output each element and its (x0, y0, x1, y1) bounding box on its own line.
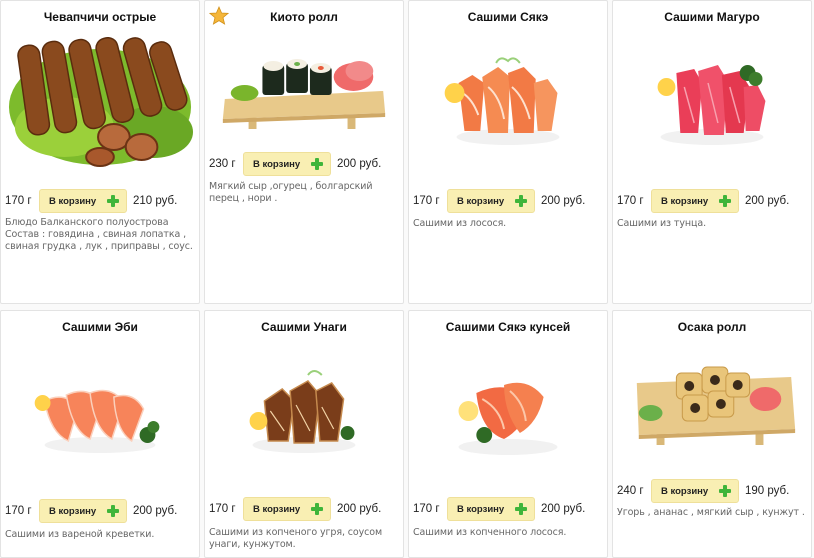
product-price: 200 руб. (337, 158, 382, 170)
plus-icon (515, 503, 527, 515)
product-price: 200 руб. (541, 503, 586, 515)
buy-row: 240 г В корзину 190 руб. (617, 479, 807, 503)
product-description: Сашими из тунца. (617, 218, 707, 229)
kebab-photo[interactable] (5, 37, 195, 167)
product-weight: 230 г (209, 158, 236, 170)
product-weight: 170 г (617, 195, 644, 207)
add-to-cart-button[interactable]: В корзину (39, 189, 127, 213)
product-price: 200 руб. (337, 503, 382, 515)
product-title[interactable]: Осака ролл (613, 320, 811, 334)
plus-icon (311, 503, 323, 515)
add-to-cart-button[interactable]: В корзину (651, 189, 739, 213)
add-to-cart-label: В корзину (661, 485, 709, 497)
product-title[interactable]: Сашими Эби (1, 320, 199, 334)
product-grid: Чевапчичи острые 170 г В корзину 210 руб… (0, 0, 814, 558)
buy-row: 170 г В корзину 200 руб. (617, 189, 807, 213)
product-weight: 240 г (617, 485, 644, 497)
product-weight: 170 г (5, 505, 32, 517)
product-card: Киото ролл 230 г В корзину 200 руб. Мягк… (204, 0, 404, 304)
product-weight: 170 г (413, 195, 440, 207)
product-title[interactable]: Чевапчичи острые (1, 10, 199, 24)
product-card: Сашими Унаги 170 г В корзину 200 руб. Са… (204, 310, 404, 558)
smoked-salmon-photo[interactable] (413, 363, 603, 459)
add-to-cart-label: В корзину (49, 195, 97, 207)
product-weight: 170 г (209, 503, 236, 515)
add-to-cart-label: В корзину (457, 503, 505, 515)
product-card: Сашими Эби 170 г В корзину 200 руб. Саши… (0, 310, 200, 558)
tuna-sashimi-photo[interactable] (617, 53, 807, 149)
plus-icon (107, 505, 119, 517)
product-description: Сашими из копченного лосося. (413, 527, 567, 538)
plus-icon (311, 158, 323, 170)
product-title[interactable]: Сашими Унаги (205, 320, 403, 334)
buy-row: 230 г В корзину 200 руб. (209, 152, 399, 176)
add-to-cart-label: В корзину (49, 505, 97, 517)
product-description: Сашими из вареной креветки. (5, 529, 155, 540)
product-title[interactable]: Сашими Сякэ (409, 10, 607, 24)
product-weight: 170 г (5, 195, 32, 207)
roll-photo[interactable] (209, 41, 399, 131)
buy-row: 170 г В корзину 200 руб. (413, 497, 603, 521)
buy-row: 170 г В корзину 210 руб. (5, 189, 195, 213)
add-to-cart-label: В корзину (661, 195, 709, 207)
add-to-cart-button[interactable]: В корзину (447, 189, 535, 213)
product-price: 200 руб. (133, 505, 178, 517)
plus-icon (719, 195, 731, 207)
add-to-cart-button[interactable]: В корзину (651, 479, 739, 503)
product-description: Мягкий сыр ,огурец , болгарский перец , … (209, 181, 373, 204)
eel-sashimi-photo[interactable] (209, 361, 399, 457)
product-description: Блюдо Балканского полуострова Состав : г… (5, 217, 193, 252)
salmon-sashimi-photo[interactable] (413, 53, 603, 149)
product-price: 190 руб. (745, 485, 790, 497)
plus-icon (719, 485, 731, 497)
product-weight: 170 г (413, 503, 440, 515)
shrimp-sashimi-photo[interactable] (5, 361, 195, 457)
add-to-cart-button[interactable]: В корзину (243, 497, 331, 521)
add-to-cart-label: В корзину (457, 195, 505, 207)
product-card: Сашими Сякэ 170 г В корзину 200 руб. Саш… (408, 0, 608, 304)
product-description: Сашими из лосося. (413, 218, 507, 229)
product-price: 200 руб. (541, 195, 586, 207)
buy-row: 170 г В корзину 200 руб. (5, 499, 195, 523)
product-card: Сашими Магуро 170 г В корзину 200 руб. С… (612, 0, 812, 304)
product-price: 210 руб. (133, 195, 178, 207)
add-to-cart-label: В корзину (253, 158, 301, 170)
product-description: Угорь , ананас , мягкий сыр , кунжут . (617, 507, 805, 518)
add-to-cart-button[interactable]: В корзину (39, 499, 127, 523)
product-description: Сашими из копченого угря, соусом унаги, … (209, 527, 383, 550)
product-title[interactable]: Сашими Сякэ кунсей (409, 320, 607, 334)
product-card: Чевапчичи острые 170 г В корзину 210 руб… (0, 0, 200, 304)
product-title[interactable]: Киото ролл (205, 10, 403, 24)
product-card: Осака ролл 240 г В корзину 190 руб. Угор… (612, 310, 812, 558)
product-price: 200 руб. (745, 195, 790, 207)
add-to-cart-button[interactable]: В корзину (447, 497, 535, 521)
plus-icon (515, 195, 527, 207)
osaka-roll-photo[interactable] (617, 355, 807, 447)
plus-icon (107, 195, 119, 207)
add-to-cart-label: В корзину (253, 503, 301, 515)
buy-row: 170 г В корзину 200 руб. (209, 497, 399, 521)
product-title[interactable]: Сашими Магуро (613, 10, 811, 24)
product-card: Сашими Сякэ кунсей 170 г В корзину 200 р… (408, 310, 608, 558)
add-to-cart-button[interactable]: В корзину (243, 152, 331, 176)
buy-row: 170 г В корзину 200 руб. (413, 189, 603, 213)
